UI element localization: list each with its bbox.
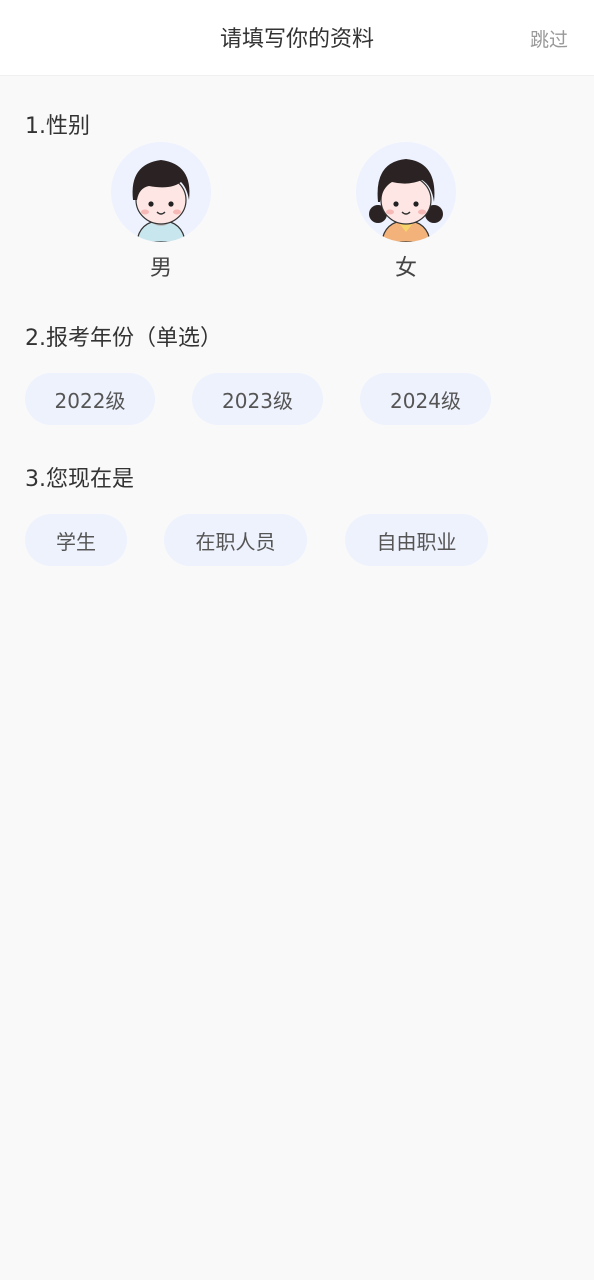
status-option-freelance[interactable]: 自由职业 — [345, 514, 488, 566]
girl-avatar-icon — [356, 142, 456, 242]
year-option-2023[interactable]: 2023级 — [192, 373, 323, 425]
gender-option-female[interactable]: 女 — [356, 142, 456, 284]
skip-button[interactable]: 跳过 — [530, 26, 568, 54]
year-section-title: 2.报考年份（单选） — [25, 326, 222, 351]
gender-label-female: 女 — [394, 256, 417, 281]
gender-section-title: 1.性别 — [25, 114, 90, 139]
gender-label-male: 男 — [149, 256, 172, 281]
page-title: 请填写你的资料 — [219, 27, 374, 52]
header-bar: 请填写你的资料 跳过 — [0, 0, 594, 76]
status-option-employed[interactable]: 在职人员 — [164, 514, 307, 566]
year-option-2022[interactable]: 2022级 — [25, 373, 155, 425]
boy-avatar-icon — [111, 142, 211, 242]
year-option-2024[interactable]: 2024级 — [360, 373, 491, 425]
gender-option-male[interactable]: 男 — [111, 142, 211, 284]
status-section-title: 3.您现在是 — [25, 467, 134, 492]
status-option-student[interactable]: 学生 — [25, 514, 127, 566]
